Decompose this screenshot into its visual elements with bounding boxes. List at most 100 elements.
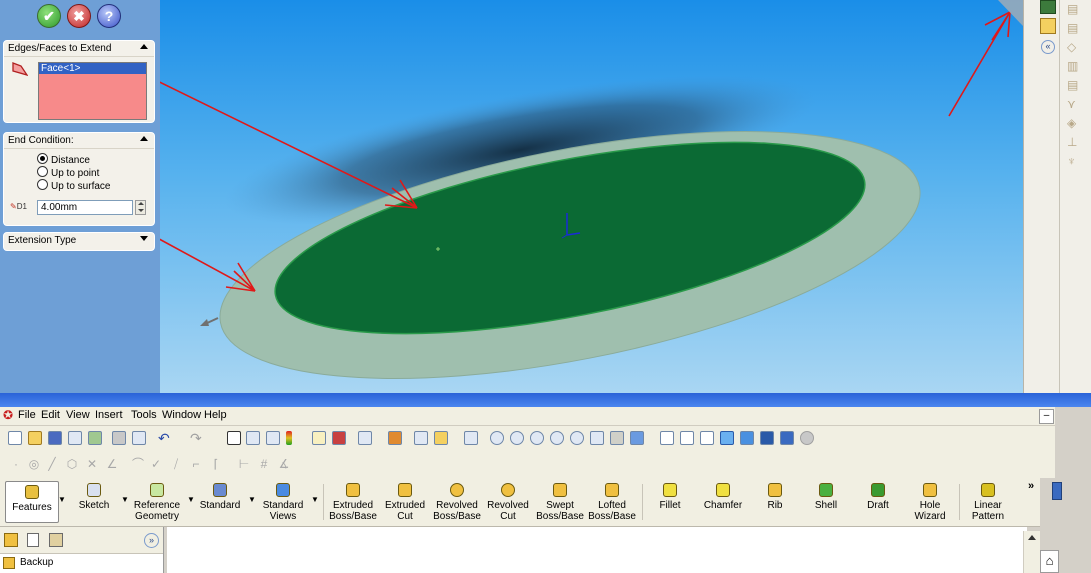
point-icon[interactable]: · <box>10 458 22 470</box>
selection-list-box[interactable]: Face<1> <box>38 62 147 120</box>
dropdown-arrow-icon[interactable]: ▼ <box>248 495 256 504</box>
select-icon[interactable] <box>227 431 241 445</box>
angle-dim-icon[interactable]: ∡ <box>278 458 290 470</box>
trim-icon[interactable]: ✕ <box>86 458 98 470</box>
sketch-grid-icon[interactable]: # <box>258 458 270 470</box>
line-icon[interactable]: ╱ <box>46 458 58 470</box>
select-other-icon[interactable] <box>246 431 260 445</box>
spin-up-icon[interactable] <box>138 202 144 205</box>
spin-down-icon[interactable] <box>138 209 144 212</box>
properties-icon[interactable] <box>414 431 428 445</box>
menu-file[interactable]: File <box>18 409 36 421</box>
section-view-icon[interactable] <box>780 431 794 445</box>
previous-view-icon[interactable] <box>610 431 624 445</box>
dropdown-arrow-icon[interactable]: ▼ <box>58 495 66 504</box>
rotate-icon[interactable] <box>570 431 584 445</box>
feature-tree-tab-icon[interactable] <box>4 533 18 547</box>
pane-handle[interactable] <box>1052 482 1062 500</box>
shadows-icon[interactable] <box>760 431 774 445</box>
cancel-button[interactable]: ✖ <box>67 4 91 28</box>
shaded-edges-icon[interactable] <box>720 431 734 445</box>
menu-insert[interactable]: Insert <box>95 409 123 421</box>
help-button[interactable]: ? <box>97 4 121 28</box>
print-preview-icon[interactable] <box>132 431 146 445</box>
zoom-selection-icon[interactable] <box>550 431 564 445</box>
scroll-up-icon[interactable] <box>1028 535 1036 540</box>
measure-icon[interactable] <box>464 431 478 445</box>
ok-button[interactable]: ✔ <box>37 4 61 28</box>
end-condition-header[interactable]: End Condition: <box>4 133 154 149</box>
fillet-button[interactable]: Fillet <box>650 483 690 511</box>
pan-icon[interactable] <box>590 431 604 445</box>
expand-caret-icon[interactable] <box>140 236 148 241</box>
zoom-in-out-icon[interactable] <box>530 431 544 445</box>
check-sketch-icon[interactable]: ✓ <box>150 458 162 470</box>
circle-icon[interactable]: ◎ <box>28 458 40 470</box>
help-toolbar-icon[interactable] <box>434 431 448 445</box>
print-icon[interactable] <box>112 431 126 445</box>
lofted-boss-button[interactable]: Lofted Boss/Base <box>587 483 637 522</box>
radio-up-to-surface[interactable]: Up to surface <box>37 179 110 192</box>
revolved-cut-button[interactable]: Revolved Cut <box>485 483 531 522</box>
extension-type-group[interactable]: Extension Type <box>3 232 155 251</box>
hole-wizard-button[interactable]: Hole Wizard <box>908 483 952 522</box>
distance-spinner[interactable] <box>135 200 146 215</box>
linear-pattern-button[interactable]: Linear Pattern <box>966 483 1010 522</box>
menu-window[interactable]: Window <box>162 409 201 421</box>
shaded-icon[interactable] <box>740 431 754 445</box>
graphics-viewport[interactable] <box>160 0 1023 393</box>
expand-pane-icon[interactable]: « <box>1041 40 1055 54</box>
extension-type-header[interactable]: Extension Type <box>4 233 154 248</box>
instant-3d-icon[interactable] <box>388 431 402 445</box>
zoom-to-fit-icon[interactable] <box>490 431 504 445</box>
options-icon[interactable] <box>312 431 326 445</box>
design-library-icon[interactable] <box>1040 18 1056 34</box>
tree-item-backup[interactable]: Backup <box>20 557 53 568</box>
radio-up-to-point[interactable]: Up to point <box>37 166 99 179</box>
radio-selected-icon[interactable] <box>37 153 48 164</box>
vertical-scrollbar[interactable] <box>1023 531 1040 573</box>
radio-icon[interactable] <box>37 166 48 177</box>
angle-icon[interactable]: ∠ <box>106 458 118 470</box>
edges-faces-header[interactable]: Edges/Faces to Extend <box>4 41 154 57</box>
rebuild-icon[interactable] <box>266 431 280 445</box>
home-icon[interactable]: ⌂ <box>1040 550 1059 573</box>
menu-edit[interactable]: Edit <box>41 409 60 421</box>
make-assembly-icon[interactable] <box>88 431 102 445</box>
corner-icon[interactable]: ⌐ <box>190 458 202 470</box>
new-icon[interactable] <box>8 431 22 445</box>
layer-icon[interactable] <box>358 431 372 445</box>
tab-sketch[interactable]: Sketch <box>71 483 117 511</box>
undo-icon[interactable]: ↶ <box>158 431 172 445</box>
graphics-area-lower[interactable] <box>167 527 1027 573</box>
tab-standard[interactable]: Standard <box>197 483 243 511</box>
make-drawing-icon[interactable] <box>68 431 82 445</box>
relation-icon[interactable]: ⌈ <box>210 458 222 470</box>
draft-button[interactable]: Draft <box>860 483 896 511</box>
rib-button[interactable]: Rib <box>758 483 792 511</box>
tab-reference-geometry[interactable]: Reference Geometry <box>130 483 184 522</box>
extend-direction-arrow-icon[interactable] <box>200 317 219 326</box>
save-icon[interactable] <box>48 431 62 445</box>
swept-boss-button[interactable]: Swept Boss/Base <box>535 483 585 522</box>
menu-help[interactable]: Help <box>204 409 227 421</box>
minimize-doc-button[interactable]: – <box>1039 409 1054 424</box>
tab-features[interactable]: Features <box>5 481 59 523</box>
radio-icon[interactable] <box>37 179 48 190</box>
dropdown-arrow-icon[interactable]: ▼ <box>187 495 195 504</box>
collapse-tree-button[interactable]: » <box>144 533 159 548</box>
collapse-caret-icon[interactable] <box>140 44 148 49</box>
extruded-boss-button[interactable]: Extruded Boss/Base <box>328 483 378 522</box>
toolbar-overflow-button[interactable]: » <box>1028 480 1034 492</box>
chamfer-button[interactable]: Chamfer <box>701 483 745 511</box>
tab-standard-views[interactable]: Standard Views <box>258 483 308 522</box>
distance-input[interactable]: 4.00mm <box>37 200 133 215</box>
task-pane-resources-icon[interactable] <box>1040 0 1056 14</box>
collapse-caret-icon[interactable] <box>140 136 148 141</box>
zoom-area-icon[interactable] <box>510 431 524 445</box>
app-logo-icon[interactable]: ✪ <box>3 409 15 421</box>
view-orientation-icon[interactable] <box>630 431 644 445</box>
hidden-lines-removed-icon[interactable] <box>700 431 714 445</box>
dropdown-arrow-icon[interactable]: ▼ <box>121 495 129 504</box>
shell-button[interactable]: Shell <box>808 483 844 511</box>
